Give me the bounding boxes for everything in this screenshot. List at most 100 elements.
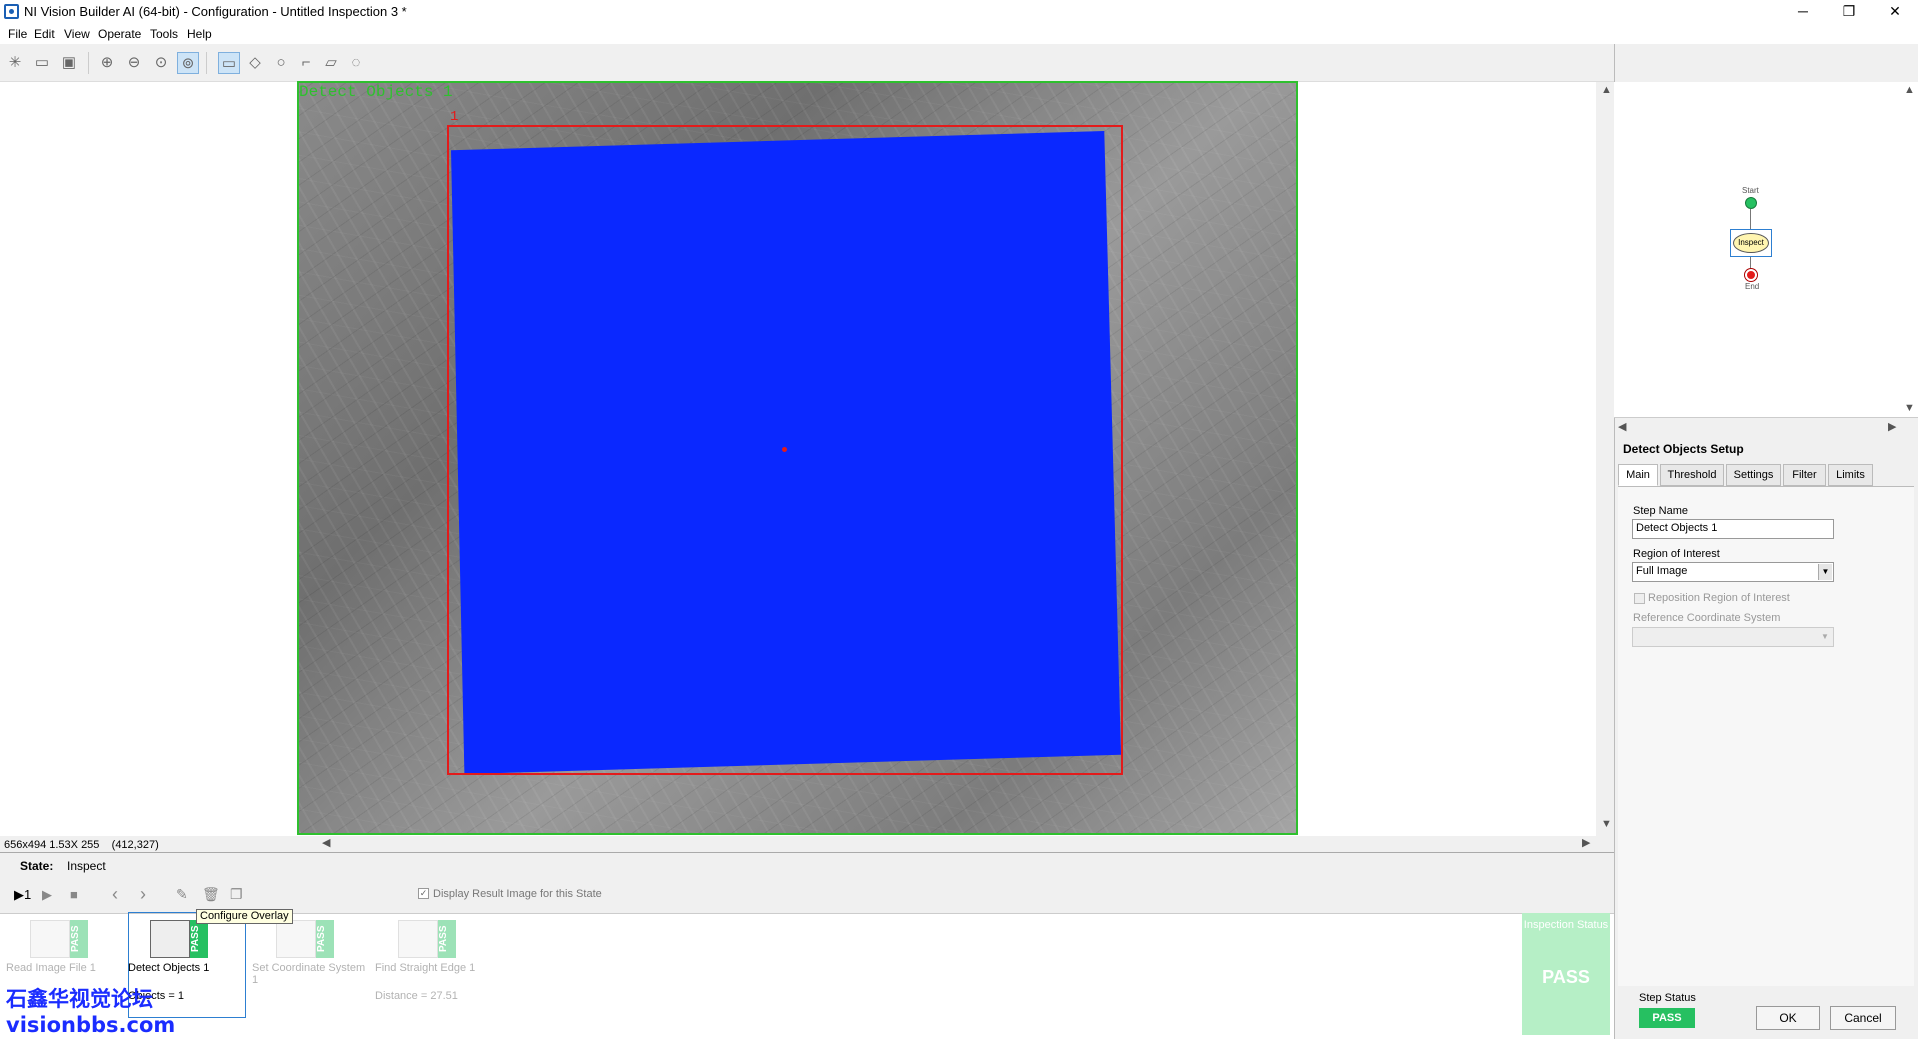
- flow-start-label: Start: [1742, 186, 1759, 195]
- scroll-right-icon[interactable]: ▶: [1582, 836, 1590, 849]
- scroll-left-icon[interactable]: ◀: [1618, 420, 1626, 433]
- flow-end-node[interactable]: [1745, 269, 1757, 281]
- scroll-up-icon[interactable]: ▲: [1904, 84, 1915, 96]
- step-pass-badge: PASS: [190, 920, 208, 958]
- pane-divider[interactable]: [0, 852, 1614, 853]
- open-icon[interactable]: ▭: [31, 52, 53, 74]
- reposition-roi-checkbox[interactable]: [1634, 593, 1645, 604]
- chevron-down-icon[interactable]: ▼: [1818, 629, 1832, 645]
- inspection-status-panel: Inspection Status PASS: [1522, 913, 1610, 1035]
- scroll-down-icon[interactable]: ▼: [1904, 402, 1915, 414]
- restore-button[interactable]: ❐: [1826, 0, 1872, 24]
- watermark-url: visionbbs.com: [6, 1013, 176, 1037]
- step-name: Read Image File 1: [6, 962, 96, 974]
- detect-objects-icon: [150, 920, 190, 958]
- step-name: Detect Objects 1: [128, 962, 210, 974]
- menu-tools[interactable]: Tools: [150, 27, 178, 41]
- chevron-down-icon[interactable]: ▼: [1818, 564, 1832, 580]
- step-name-field[interactable]: Detect Objects 1: [1632, 519, 1834, 539]
- find-edge-icon: [398, 920, 438, 958]
- zoom-fit-icon[interactable]: ⊙: [150, 52, 172, 74]
- setup-title: Detect Objects Setup: [1623, 442, 1744, 456]
- display-result-checkbox[interactable]: ✓: [418, 888, 429, 899]
- inspection-image[interactable]: 1 Detect Objects 1: [297, 81, 1298, 835]
- step-status-label: Step Status: [1639, 992, 1696, 1004]
- cursor-coordinates: (412,327): [111, 839, 159, 851]
- rect-roi-icon[interactable]: ▭: [218, 52, 240, 74]
- run-icon[interactable]: ▶: [42, 887, 52, 903]
- edit-step-icon[interactable]: ✎: [176, 886, 188, 903]
- step-name-label: Step Name: [1633, 505, 1689, 517]
- ref-coord-select[interactable]: [1632, 627, 1834, 647]
- stop-icon[interactable]: ■: [70, 887, 78, 902]
- step-pass-badge: PASS: [70, 920, 88, 958]
- toolbar-divider: [88, 52, 89, 74]
- watermark-chinese: 石鑫华视觉论坛: [6, 987, 153, 1011]
- freehand-roi-icon[interactable]: ◌: [345, 52, 367, 74]
- minimize-button[interactable]: ─: [1780, 0, 1826, 24]
- tab-threshold[interactable]: Threshold: [1660, 464, 1724, 486]
- reposition-roi-label: Reposition Region of Interest: [1648, 592, 1790, 604]
- object-centroid-marker: [782, 447, 787, 452]
- flow-inspect-node[interactable]: Inspect: [1733, 233, 1769, 253]
- tab-main[interactable]: Main: [1618, 464, 1658, 486]
- close-button[interactable]: ✕: [1872, 0, 1918, 24]
- ref-coord-label: Reference Coordinate System: [1633, 612, 1781, 624]
- display-result-label: Display Result Image for this State: [433, 888, 602, 900]
- flow-end-label: End: [1745, 282, 1760, 291]
- setup-main-panel: [1618, 486, 1914, 986]
- new-icon[interactable]: ✳: [4, 52, 26, 74]
- state-diagram[interactable]: Start Inspect End ▲ ▼ ◀ ▶: [1614, 82, 1918, 433]
- step-status-badge: PASS: [1639, 1008, 1695, 1028]
- run-once-icon[interactable]: ▶1: [14, 887, 31, 903]
- cancel-button[interactable]: Cancel: [1830, 1006, 1896, 1030]
- menu-bar: File Edit View Operate Tools Help: [0, 24, 1918, 44]
- vertical-scrollbar[interactable]: ▲ ▼: [1598, 82, 1614, 836]
- roi-select[interactable]: Full Image: [1632, 562, 1834, 582]
- image-size-info: 656x494 1.53X 255: [4, 839, 100, 851]
- step-name: Find Straight Edge 1: [375, 962, 476, 974]
- roi-number: 1: [450, 109, 459, 125]
- step-pass-badge: PASS: [316, 920, 334, 958]
- state-label: State:: [20, 859, 54, 873]
- menu-view[interactable]: View: [64, 27, 90, 41]
- flow-connector: [1750, 209, 1751, 229]
- scroll-down-icon[interactable]: ▼: [1601, 818, 1612, 830]
- copy-step-icon[interactable]: ❐: [230, 886, 243, 903]
- tab-settings[interactable]: Settings: [1726, 464, 1781, 486]
- prev-step-icon[interactable]: ‹: [112, 884, 118, 905]
- zoom-in-icon[interactable]: ⊕: [96, 52, 118, 74]
- toolbar-divider: [206, 52, 207, 74]
- scroll-right-icon[interactable]: ▶: [1888, 420, 1896, 433]
- save-icon[interactable]: ▣: [58, 52, 80, 74]
- tab-limits[interactable]: Limits: [1828, 464, 1873, 486]
- polygon-roi-icon[interactable]: ▱: [320, 52, 342, 74]
- delete-step-icon[interactable]: 🗑: [202, 886, 220, 903]
- tooltip: Configure Overlay: [196, 909, 293, 924]
- menu-edit[interactable]: Edit: [34, 27, 55, 41]
- step-set-coordinate-system[interactable]: PASS Set Coordinate System 1: [250, 918, 370, 1018]
- zoom-out-icon[interactable]: ⊖: [123, 52, 145, 74]
- step-find-straight-edge[interactable]: PASS Find Straight Edge 1 Distance = 27.…: [372, 918, 492, 1018]
- flow-start-node[interactable]: [1745, 197, 1757, 209]
- tab-filter[interactable]: Filter: [1783, 464, 1826, 486]
- menu-help[interactable]: Help: [187, 27, 212, 41]
- horizontal-scrollbar[interactable]: ◀ ▶: [320, 836, 1596, 850]
- scroll-left-icon[interactable]: ◀: [322, 836, 330, 849]
- image-info: 656x494 1.53X 255 (412,327): [4, 839, 159, 851]
- window-title: NI Vision Builder AI (64-bit) - Configur…: [24, 4, 407, 19]
- step-pass-badge: PASS: [438, 920, 456, 958]
- point-roi-icon[interactable]: ◇: [244, 52, 266, 74]
- scroll-up-icon[interactable]: ▲: [1601, 84, 1612, 96]
- menu-file[interactable]: File: [8, 27, 27, 41]
- flow-connector: [1750, 257, 1751, 269]
- step-result: Distance = 27.51: [375, 990, 458, 1002]
- zoom-region-icon[interactable]: ⊚: [177, 52, 199, 74]
- next-step-icon[interactable]: ›: [140, 884, 146, 905]
- inspection-status-value: PASS: [1542, 967, 1590, 987]
- step-name: Set Coordinate System 1: [252, 962, 366, 986]
- polyline-roi-icon[interactable]: ⌐: [295, 52, 317, 74]
- menu-operate[interactable]: Operate: [98, 27, 141, 41]
- circle-roi-icon[interactable]: ○: [270, 52, 292, 74]
- ok-button[interactable]: OK: [1756, 1006, 1820, 1030]
